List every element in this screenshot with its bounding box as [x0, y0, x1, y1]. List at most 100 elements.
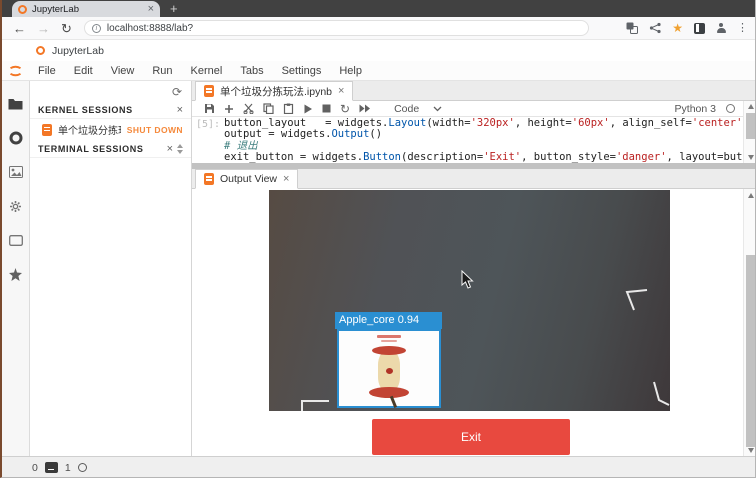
bookmark-jupyterlab[interactable]: JupyterLab: [52, 45, 104, 57]
terminal-sessions-header: TERMINAL SESSIONS ×: [30, 140, 191, 158]
browser-tab[interactable]: JupyterLab ×: [12, 1, 160, 17]
notebook-scrollbar[interactable]: [743, 101, 756, 163]
code-token: '320px': [471, 117, 515, 129]
shutdown-button[interactable]: SHUT DOWN: [127, 125, 183, 135]
copy-icon[interactable]: [263, 103, 274, 114]
kernel-sessions-title: KERNEL SESSIONS: [38, 105, 177, 115]
chevron-down-icon: [433, 106, 442, 112]
code-token: exit_button = widgets.: [224, 151, 363, 163]
stop-icon[interactable]: [322, 104, 331, 113]
paste-icon[interactable]: [283, 103, 294, 114]
extensions-icon[interactable]: [2, 257, 30, 291]
restart-kernel-icon[interactable]: ↻: [340, 102, 350, 116]
jupyter-logo-icon: [8, 65, 23, 77]
code-token: Layout: [388, 117, 426, 129]
notebook-icon: [42, 124, 52, 136]
open-tabs-icon[interactable]: [2, 223, 30, 257]
scroll-up-icon[interactable]: [748, 193, 754, 198]
jupyter-favicon-icon: [18, 5, 27, 14]
menu-list: FileEditViewRunKernelTabsSettingsHelp: [29, 65, 371, 77]
close-kernel-sessions-icon[interactable]: ×: [177, 104, 183, 116]
jupyter-favicon-icon: [36, 46, 45, 55]
menu-edit[interactable]: Edit: [65, 65, 102, 77]
kernel-icon: [78, 463, 87, 472]
menu-run[interactable]: Run: [143, 65, 181, 77]
url-bar[interactable]: i localhost:8888/lab?: [84, 20, 589, 36]
code-line[interactable]: output = widgets.Output(): [224, 129, 743, 140]
menu-file[interactable]: File: [29, 65, 65, 77]
cut-icon[interactable]: [243, 103, 254, 114]
scroll-down-icon[interactable]: [748, 155, 754, 160]
back-icon[interactable]: ←: [13, 22, 26, 35]
sessions-sidebar: ⟳ KERNEL SESSIONS × 单个垃圾分拣玩… SHUT DOWN T…: [30, 81, 192, 456]
code-token: , button_style=: [521, 151, 616, 163]
add-cell-icon[interactable]: [224, 104, 234, 114]
commands-icon[interactable]: [2, 155, 30, 189]
cell-type-value: Code: [394, 103, 419, 115]
kernel-session-row[interactable]: 单个垃圾分拣玩… SHUT DOWN: [30, 120, 191, 139]
translate-icon[interactable]: [626, 22, 638, 34]
refresh-sessions-icon[interactable]: ⟳: [172, 85, 182, 99]
property-inspector-icon[interactable]: [2, 189, 30, 223]
jupyterlab-menubar: FileEditViewRunKernelTabsSettingsHelp: [2, 61, 756, 81]
output-view-tab-close-icon[interactable]: ×: [283, 173, 289, 185]
exit-button[interactable]: Exit: [372, 419, 570, 455]
forward-icon[interactable]: →: [37, 22, 50, 35]
code-token: , layout=button_layout): [667, 151, 743, 163]
code-token: (): [369, 128, 382, 140]
share-icon[interactable]: [649, 22, 661, 34]
save-icon[interactable]: [204, 103, 215, 114]
cell-type-select[interactable]: Code: [394, 103, 442, 115]
scroll-up-icon[interactable]: [748, 104, 754, 109]
profile-icon[interactable]: [716, 23, 726, 33]
code-token: (description=: [401, 151, 483, 163]
output-view-tab[interactable]: Output View ×: [195, 169, 298, 189]
menu-settings[interactable]: Settings: [273, 65, 331, 77]
code-line[interactable]: exit_button = widgets.Button(description…: [224, 152, 743, 163]
code-token: '60px': [572, 117, 610, 129]
scroll-thumb[interactable]: [746, 255, 756, 447]
menu-help[interactable]: Help: [330, 65, 371, 77]
status-bar: 0 1: [2, 456, 756, 478]
card-caption-line: [377, 335, 401, 338]
run-icon[interactable]: [303, 104, 313, 114]
code-token: Button: [363, 151, 401, 163]
notebook-tab-label: 单个垃圾分拣玩法.ipynb: [220, 84, 332, 99]
terminal-count[interactable]: 0: [32, 462, 38, 474]
close-terminal-sessions-icon[interactable]: ×: [167, 143, 173, 155]
code-cell[interactable]: [5]: button_layout = widgets.Layout(widt…: [192, 117, 743, 163]
output-view-tab-label: Output View: [220, 173, 277, 185]
kernel-count[interactable]: 1: [65, 462, 71, 474]
scroll-down-icon[interactable]: [748, 448, 754, 453]
output-view-tabbar: Output View ×: [192, 169, 756, 189]
menu-kernel[interactable]: Kernel: [182, 65, 232, 77]
notebook-tab[interactable]: 单个垃圾分拣玩法.ipynb ×: [195, 81, 353, 101]
sidebar-scroll-arrows[interactable]: [177, 144, 183, 154]
restart-run-all-icon[interactable]: [359, 104, 371, 113]
menu-tabs[interactable]: Tabs: [231, 65, 272, 77]
output-view-panel: Apple_core 0.94 Exit: [192, 189, 743, 456]
bookmarks-bar: JupyterLab: [2, 40, 756, 61]
file-browser-icon[interactable]: [2, 87, 30, 121]
site-info-icon[interactable]: i: [92, 24, 101, 33]
bookmark-star-icon[interactable]: ★: [672, 22, 683, 34]
detected-card: [337, 329, 441, 408]
side-panel-icon[interactable]: [694, 23, 705, 34]
new-tab-button[interactable]: +: [170, 0, 178, 17]
running-sessions-icon[interactable]: [2, 121, 30, 155]
tab-close-icon[interactable]: ×: [148, 4, 154, 15]
browser-menu-icon[interactable]: ⋮: [737, 23, 748, 34]
kernel-status-icon[interactable]: [726, 104, 735, 113]
kernel-name[interactable]: Python 3: [675, 103, 716, 115]
notebook-tab-close-icon[interactable]: ×: [338, 85, 344, 97]
card-caption-line: [381, 340, 397, 342]
scroll-thumb[interactable]: [746, 113, 756, 139]
code-token: # 退出: [224, 140, 258, 152]
reload-icon[interactable]: ↻: [61, 22, 72, 35]
activity-bar: [2, 81, 30, 456]
code-token: output = widgets.: [224, 128, 331, 140]
menu-view[interactable]: View: [102, 65, 144, 77]
code-token: Output: [331, 128, 369, 140]
output-scrollbar[interactable]: [743, 189, 756, 456]
kernel-session-name: 单个垃圾分拣玩…: [58, 122, 121, 137]
